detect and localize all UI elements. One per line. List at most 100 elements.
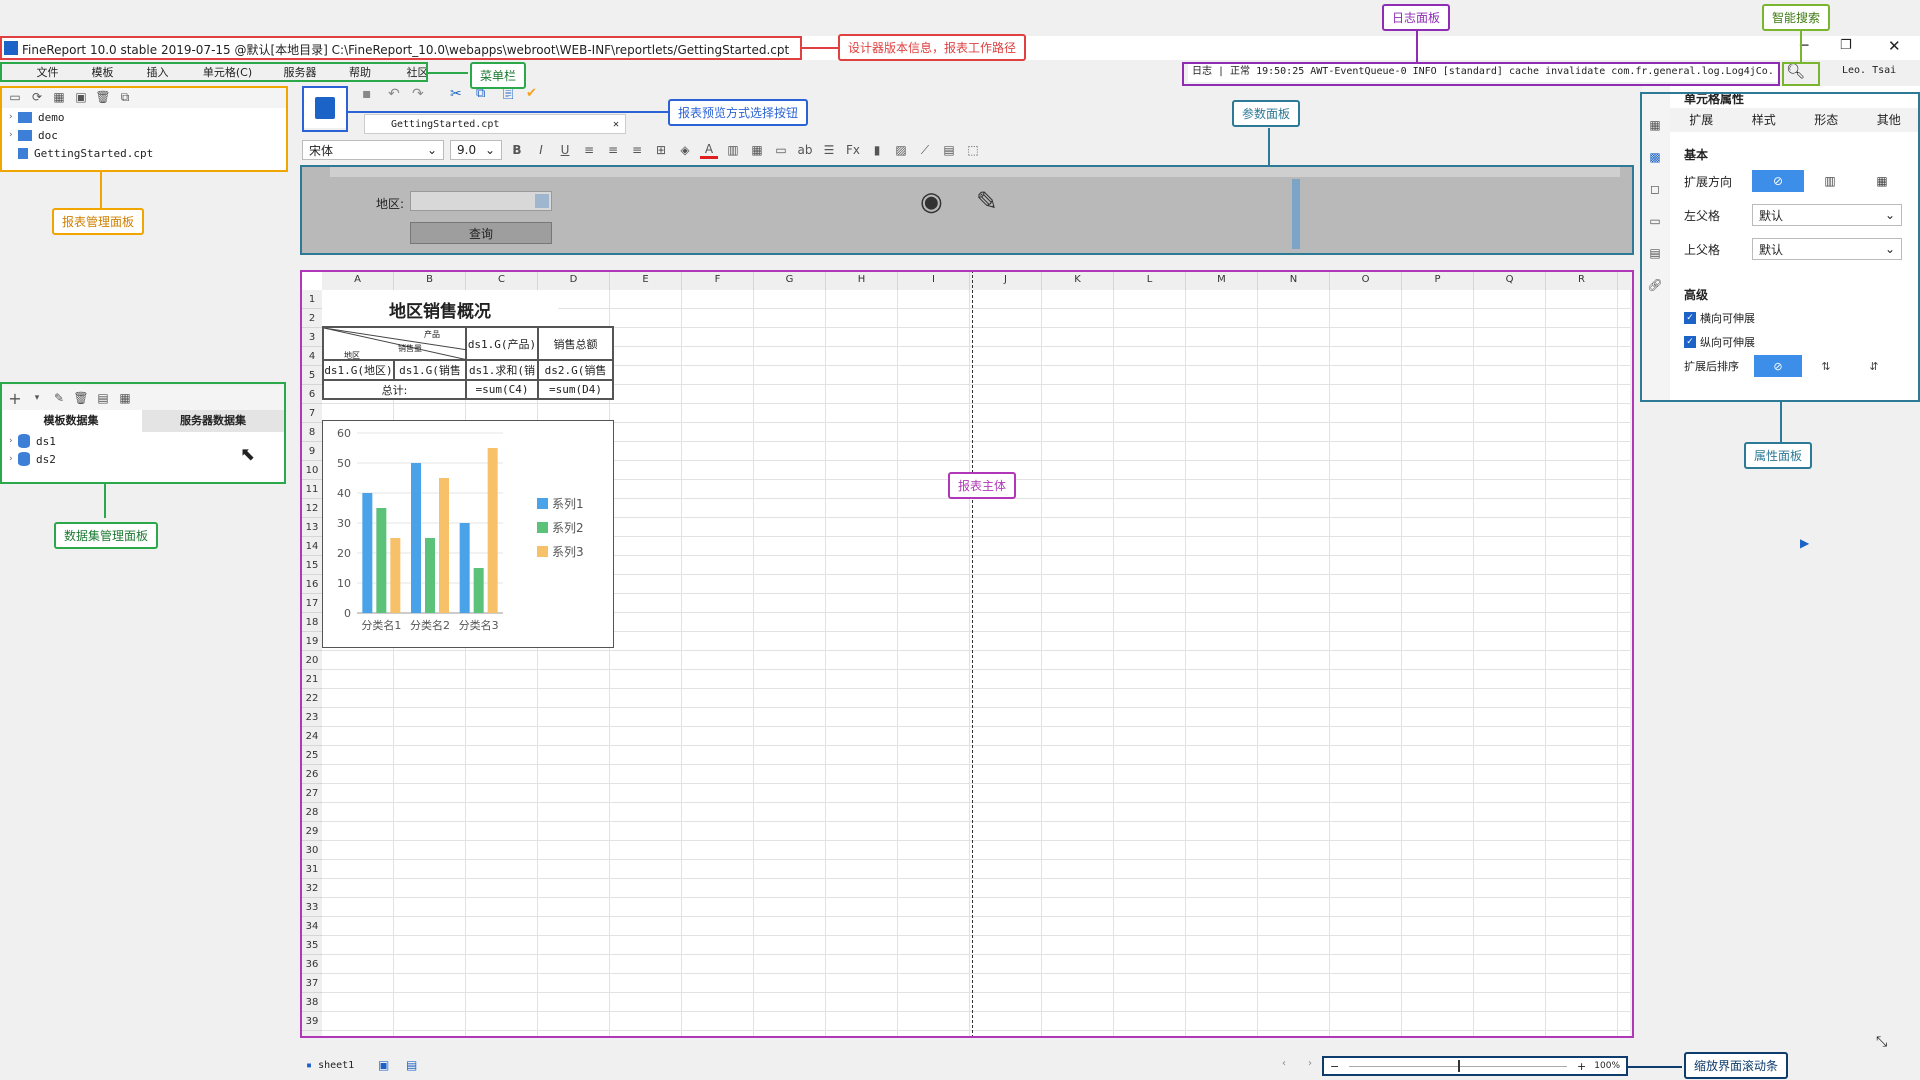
column-header[interactable]: E bbox=[610, 270, 682, 290]
row-header[interactable]: 19 bbox=[302, 632, 322, 651]
menu-cell[interactable]: 单元格(C) bbox=[185, 64, 270, 80]
tab-other[interactable]: 其他 bbox=[1858, 108, 1920, 132]
font-size-select[interactable]: 9.0 ⌄ bbox=[450, 140, 502, 160]
row-header[interactable]: 17 bbox=[302, 594, 322, 613]
total-label-cell[interactable]: 总计: bbox=[322, 380, 466, 400]
image-icon[interactable]: ▣ bbox=[72, 88, 90, 106]
row-header[interactable]: 35 bbox=[302, 936, 322, 955]
sheet-tab[interactable]: ▪ sheet1 bbox=[306, 1060, 354, 1071]
row-header[interactable]: 26 bbox=[302, 765, 322, 784]
column-header[interactable]: B bbox=[394, 270, 466, 290]
row-header[interactable]: 9 bbox=[302, 442, 322, 461]
row-header[interactable]: 8 bbox=[302, 423, 322, 442]
condition-icon[interactable]: ▤ bbox=[1646, 244, 1664, 262]
collapse-icon[interactable]: ⤡ bbox=[1876, 1034, 1887, 1050]
cell-attr-icon[interactable]: ▩ bbox=[1646, 148, 1664, 166]
zoom-out-icon[interactable]: − bbox=[1330, 1060, 1339, 1073]
menu-template[interactable]: 模板 bbox=[75, 64, 130, 80]
column-header[interactable]: H bbox=[826, 270, 898, 290]
italic-icon[interactable]: I bbox=[532, 141, 550, 159]
float-element-icon[interactable]: ◻ bbox=[1646, 180, 1664, 198]
widget-icon[interactable]: ▭ bbox=[1646, 212, 1664, 230]
tree-item-doc[interactable]: › doc bbox=[0, 126, 286, 144]
close-tab-icon[interactable]: ✕ bbox=[613, 119, 619, 130]
row-header[interactable]: 34 bbox=[302, 917, 322, 936]
row-header[interactable]: 33 bbox=[302, 898, 322, 917]
chart-icon[interactable]: ▮ bbox=[868, 141, 886, 159]
edit-icon[interactable]: ✎ bbox=[50, 389, 68, 407]
template-tab[interactable]: GettingStarted.cpt ✕ bbox=[364, 114, 626, 134]
sum-cell[interactable]: ds1.求和(销 bbox=[466, 360, 538, 380]
column-header[interactable]: L bbox=[1114, 270, 1186, 290]
pencil-icon[interactable]: ✎ bbox=[976, 187, 998, 217]
row-header[interactable]: 18 bbox=[302, 613, 322, 632]
tree-item-gettingstarted[interactable]: GettingStarted.cpt bbox=[0, 144, 286, 162]
menu-help[interactable]: 帮助 bbox=[330, 64, 390, 80]
column-header[interactable]: J bbox=[970, 270, 1042, 290]
user-name[interactable]: Leo. Tsai bbox=[1842, 65, 1896, 76]
row-header[interactable]: 22 bbox=[302, 689, 322, 708]
section-advanced[interactable]: 高级 bbox=[1684, 286, 1708, 303]
preview-dataset-icon[interactable]: ▤ bbox=[94, 389, 112, 407]
slash-header-cell[interactable]: 产品 销售量 地区 bbox=[322, 326, 468, 361]
row-header[interactable]: 21 bbox=[302, 670, 322, 689]
row-header[interactable]: 14 bbox=[302, 537, 322, 556]
column-header[interactable]: N bbox=[1258, 270, 1330, 290]
column-header[interactable]: C bbox=[466, 270, 538, 290]
preview-mode-button[interactable] bbox=[304, 88, 346, 128]
new-folder-icon[interactable]: ▭ bbox=[6, 88, 24, 106]
total-sales-cell[interactable]: 销售总额 bbox=[538, 326, 614, 360]
product-cell[interactable]: ds1.G(产品) bbox=[466, 326, 538, 360]
tab-form[interactable]: 形态 bbox=[1795, 108, 1858, 132]
cell-element-icon[interactable]: ▦ bbox=[1646, 116, 1664, 134]
zoom-thumb[interactable] bbox=[1458, 1059, 1461, 1072]
column-header[interactable]: O bbox=[1330, 270, 1402, 290]
tab-expand[interactable]: 扩展 bbox=[1670, 108, 1733, 132]
row-header[interactable]: 10 bbox=[302, 461, 322, 480]
section-basic[interactable]: 基本 bbox=[1684, 146, 1708, 163]
grid-icon[interactable]: ▦ bbox=[50, 88, 68, 106]
add-poly-sheet-icon[interactable]: ▤ bbox=[406, 1058, 417, 1072]
dataset-grid-icon[interactable]: ▦ bbox=[116, 389, 134, 407]
restore-button[interactable]: ❐ bbox=[1840, 38, 1852, 53]
row-header[interactable]: 28 bbox=[302, 803, 322, 822]
row-header[interactable]: 13 bbox=[302, 518, 322, 537]
vertical-stretch-checkbox[interactable]: ✓ 纵向可伸展 bbox=[1684, 334, 1755, 350]
font-color-icon[interactable]: A bbox=[700, 141, 718, 159]
top-parent-select[interactable]: 默认 ⌄ bbox=[1752, 238, 1902, 260]
column-header[interactable]: G bbox=[754, 270, 826, 290]
delete-icon[interactable]: 🗑︎ bbox=[72, 389, 90, 407]
column-header[interactable]: D bbox=[538, 270, 610, 290]
vertical-expand-option[interactable]: ▥ bbox=[1804, 170, 1856, 192]
add-sheet-icon[interactable]: ▣ bbox=[378, 1058, 389, 1072]
zoom-in-icon[interactable]: + bbox=[1577, 1060, 1586, 1073]
row-header[interactable]: 38 bbox=[302, 993, 322, 1012]
wrap-icon[interactable]: ab bbox=[796, 141, 814, 159]
column-header[interactable]: M bbox=[1186, 270, 1258, 290]
chevron-down-icon[interactable]: ▾ bbox=[28, 389, 46, 407]
column-header[interactable]: K bbox=[1042, 270, 1114, 290]
log-panel[interactable]: 日志 | 正常 19:50:25 AWT-EventQueue-0 INFO [… bbox=[1188, 62, 1778, 82]
row-header[interactable]: 36 bbox=[302, 955, 322, 974]
sum-c4-cell[interactable]: =sum(C4) bbox=[466, 380, 538, 400]
region-cell[interactable]: ds1.G(地区) bbox=[322, 360, 394, 380]
no-expand-option[interactable]: ⊘ bbox=[1752, 170, 1804, 192]
grid[interactable] bbox=[322, 290, 1630, 1038]
subreport-icon[interactable]: ▤ bbox=[940, 141, 958, 159]
column-header[interactable]: F bbox=[682, 270, 754, 290]
tab-server-dataset[interactable]: 服务器数据集 bbox=[142, 410, 284, 432]
border-style-icon[interactable]: ⬚ bbox=[964, 141, 982, 159]
row-header[interactable]: 3 bbox=[302, 328, 322, 347]
zoom-slider[interactable]: − + 100% bbox=[1322, 1056, 1628, 1076]
row-header[interactable]: 5 bbox=[302, 366, 322, 385]
hide-eye-icon[interactable]: ◉ bbox=[920, 187, 943, 217]
ds2-cell[interactable]: ds2.G(销售 bbox=[538, 360, 614, 380]
row-header[interactable]: 27 bbox=[302, 784, 322, 803]
close-button[interactable]: ✕ bbox=[1888, 37, 1901, 55]
formula-icon[interactable]: Fx bbox=[844, 141, 862, 159]
left-parent-select[interactable]: 默认 ⌄ bbox=[1752, 204, 1902, 226]
border-icon[interactable]: ⊞ bbox=[652, 141, 670, 159]
align-left-icon[interactable]: ≡ bbox=[580, 141, 598, 159]
menu-server[interactable]: 服务器 bbox=[270, 64, 330, 80]
undo-icon[interactable]: ↶ bbox=[388, 86, 400, 102]
